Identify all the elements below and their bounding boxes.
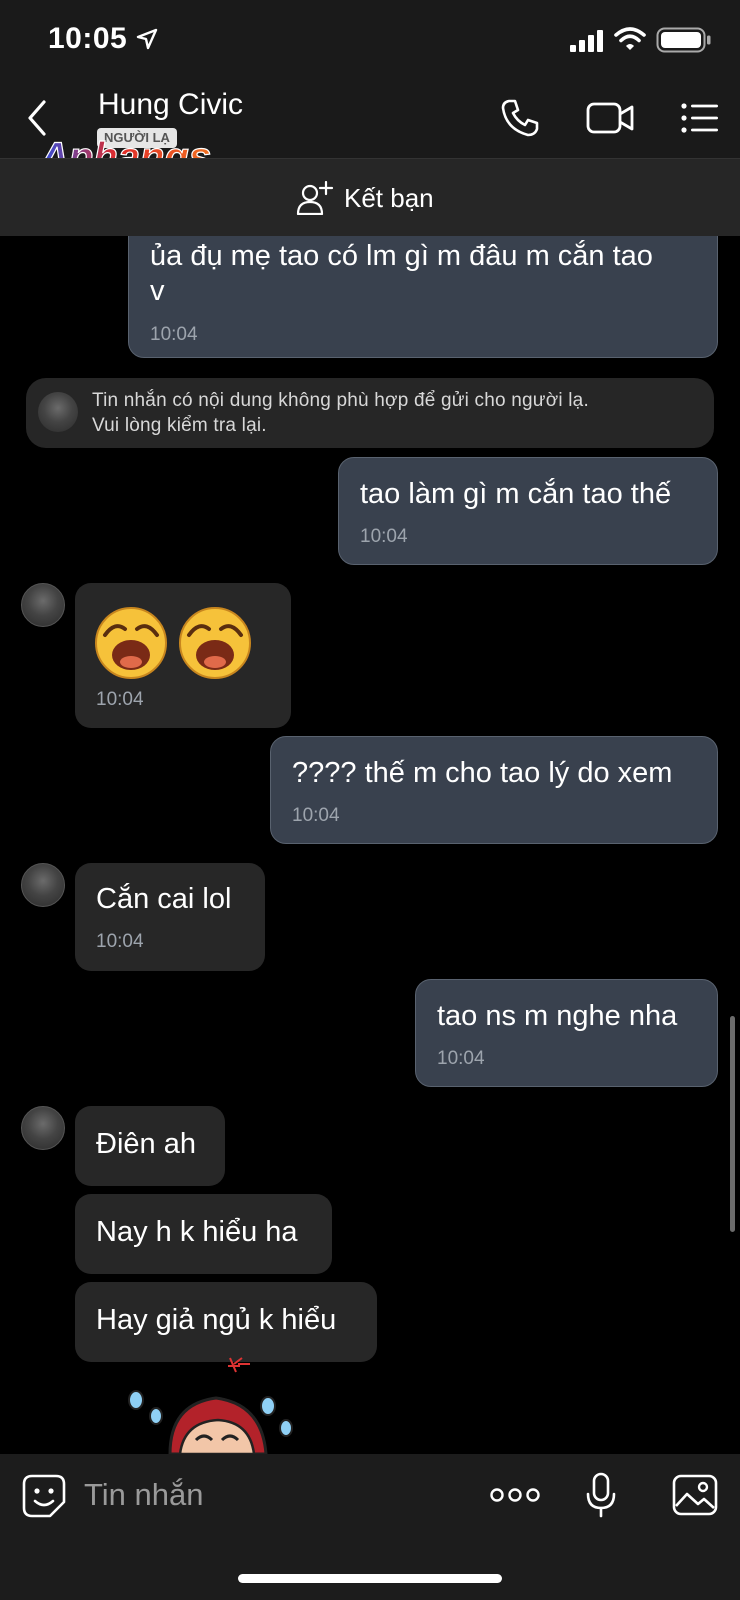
wifi-icon [614,27,646,50]
message-text: v [150,275,165,307]
crying-sticker[interactable] [126,1352,306,1454]
avatar[interactable] [21,1106,65,1150]
avatar[interactable] [21,583,65,627]
message-text: Cắn cai lol [96,883,232,915]
avatar[interactable] [21,863,65,907]
system-notice: Tin nhắn có nội dung không phù hợp để gử… [26,378,714,448]
microphone-button[interactable] [586,1472,616,1518]
message-time: 10:04 [292,805,340,826]
message-text: Nay h k hiểu ha [96,1216,298,1248]
sticker-button[interactable] [22,1474,66,1518]
status-time: 10:05 [48,22,128,55]
message-time: 10:04 [96,689,144,710]
incoming-message[interactable]: Nay h k hiểu ha [75,1194,332,1274]
message-text: ???? thế m cho tao lý do xem [292,757,673,789]
avatar [38,392,78,432]
signal-icon [570,30,603,52]
incoming-message[interactable]: Cắn cai lol 10:04 [75,863,265,971]
scrollbar[interactable] [730,1016,735,1232]
message-text: ủa đụ mẹ tao có lm gì m đâu m cắn tao [150,240,653,272]
outgoing-message[interactable]: ủa đụ mẹ tao có lm gì m đâu m cắn tao v … [128,236,718,358]
more-options-button[interactable] [490,1484,540,1506]
notice-text-line: Vui lòng kiểm tra lại. [92,415,267,436]
incoming-message[interactable]: Hay giả ngủ k hiểu [75,1282,377,1362]
phone-call-button[interactable] [500,98,540,138]
add-friend-bar: Kết bạn [0,158,740,236]
outgoing-message[interactable]: tao làm gì m cắn tao thế 10:04 [338,457,718,565]
incoming-message[interactable]: Điên ah [75,1106,225,1186]
message-input-bar [0,1454,740,1600]
gallery-button[interactable] [672,1474,718,1516]
laughing-emoji [179,607,251,679]
message-text: Hay giả ngủ k hiểu [96,1304,337,1336]
message-text: Điên ah [96,1128,196,1160]
message-time: 10:04 [360,526,408,547]
message-text: tao ns m nghe nha [437,1000,678,1032]
chat-header: Hung Civic NGƯỜI LẠ Aphangs .NET [0,82,740,208]
notice-text-line: Tin nhắn có nội dung không phù hợp để gử… [92,390,589,411]
laughing-emoji [95,607,167,679]
video-call-button[interactable] [586,100,634,136]
message-time: 10:04 [437,1048,485,1069]
location-arrow-icon [136,28,158,50]
add-friend-label: Kết bạn [344,183,434,213]
message-time: 10:04 [96,931,144,952]
message-text: tao làm gì m cắn tao thế [360,478,672,510]
contact-name[interactable]: Hung Civic [98,88,243,122]
outgoing-message[interactable]: ???? thế m cho tao lý do xem 10:04 [270,736,718,844]
message-list[interactable]: ủa đụ mẹ tao có lm gì m đâu m cắn tao v … [0,236,740,1454]
message-time: 10:04 [150,324,198,345]
status-bar: 10:05 [0,0,740,82]
outgoing-message[interactable]: tao ns m nghe nha 10:04 [415,979,718,1087]
home-indicator[interactable] [238,1574,502,1583]
incoming-message[interactable]: 10:04 [75,583,291,728]
add-friend-button[interactable]: Kết bạn [296,175,456,221]
battery-icon [656,27,711,53]
message-input[interactable] [84,1468,464,1522]
back-button[interactable] [24,96,54,140]
add-friend-icon [296,181,334,215]
menu-button[interactable] [680,102,720,134]
